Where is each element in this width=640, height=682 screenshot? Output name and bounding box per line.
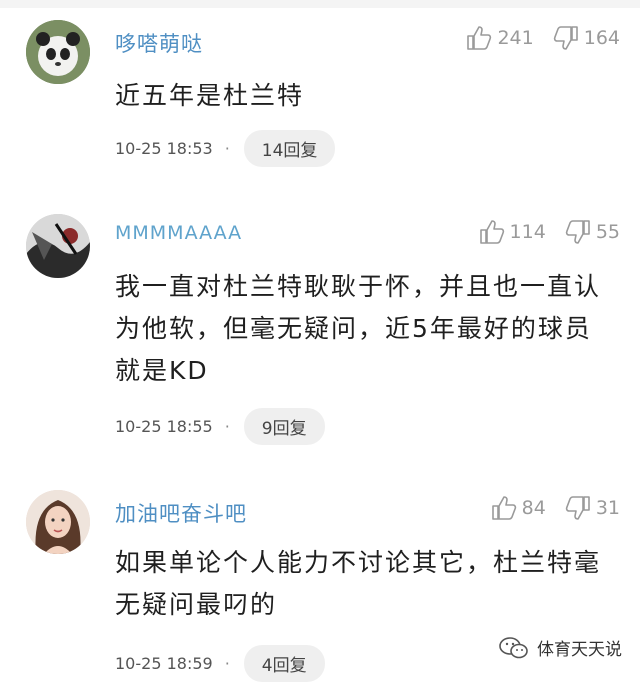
like-button[interactable]: 114 bbox=[478, 218, 546, 246]
comment-text: 我一直对杜兰特耿耿于怀，并且也一直认为他软，但毫无疑问，近5年最好的球员就是KD bbox=[115, 272, 602, 385]
like-button[interactable]: 84 bbox=[490, 494, 546, 522]
separator-dot: · bbox=[224, 139, 230, 158]
timestamp: 10-25 18:53 bbox=[115, 139, 213, 158]
separator-dot: · bbox=[224, 654, 230, 673]
dislike-count: 55 bbox=[595, 221, 620, 243]
thumbs-up-icon bbox=[467, 26, 492, 50]
like-count: 114 bbox=[509, 221, 546, 243]
thumbs-down-icon bbox=[553, 26, 578, 50]
avatar[interactable] bbox=[26, 490, 90, 554]
like-button[interactable]: 241 bbox=[465, 24, 534, 52]
dislike-button[interactable]: 31 bbox=[564, 494, 620, 522]
avatar[interactable] bbox=[26, 20, 90, 84]
panda-avatar-icon bbox=[26, 20, 90, 84]
separator-dot: · bbox=[224, 417, 230, 436]
comment-meta: 10-25 18:55 · 9回复 bbox=[115, 408, 325, 445]
vote-bar: 114 55 bbox=[478, 218, 620, 246]
top-divider bbox=[0, 0, 640, 8]
like-count: 84 bbox=[521, 497, 546, 519]
dislike-count: 31 bbox=[595, 497, 620, 519]
vote-bar: 241 164 bbox=[465, 24, 620, 52]
username[interactable]: 哆嗒萌哒 bbox=[115, 28, 203, 58]
dislike-count: 164 bbox=[583, 27, 620, 49]
comment-meta: 10-25 18:53 · 14回复 bbox=[115, 130, 336, 167]
artwork-avatar-icon bbox=[26, 214, 90, 278]
thumbs-down-icon bbox=[565, 496, 590, 520]
thumbs-down-icon bbox=[565, 220, 590, 244]
comment-text: 近五年是杜兰特 bbox=[115, 81, 305, 110]
comment-text: 如果单论个人能力不讨论其它，杜兰特毫无疑问最叼的 bbox=[115, 548, 602, 619]
avatar[interactable] bbox=[26, 214, 90, 278]
thumbs-up-icon bbox=[491, 496, 516, 520]
dislike-button[interactable]: 55 bbox=[564, 218, 620, 246]
woman-portrait-avatar-icon bbox=[26, 490, 90, 554]
dislike-button[interactable]: 164 bbox=[552, 24, 620, 52]
reply-count-button[interactable]: 14回复 bbox=[243, 130, 336, 167]
watermark: 体育天天说 bbox=[499, 635, 622, 660]
comment-meta: 10-25 18:59 · 4回复 bbox=[115, 645, 325, 682]
timestamp: 10-25 18:55 bbox=[115, 417, 213, 436]
like-count: 241 bbox=[497, 27, 534, 49]
timestamp: 10-25 18:59 bbox=[115, 654, 213, 673]
wechat-icon bbox=[499, 636, 528, 658]
username[interactable]: MMMMAAAA bbox=[115, 222, 242, 244]
reply-count-button[interactable]: 9回复 bbox=[243, 408, 325, 445]
watermark-text: 体育天天说 bbox=[537, 640, 622, 660]
username[interactable]: 加油吧奋斗吧 bbox=[115, 498, 247, 528]
thumbs-up-icon bbox=[479, 220, 504, 244]
reply-count-button[interactable]: 4回复 bbox=[243, 645, 325, 682]
vote-bar: 84 31 bbox=[490, 494, 620, 522]
